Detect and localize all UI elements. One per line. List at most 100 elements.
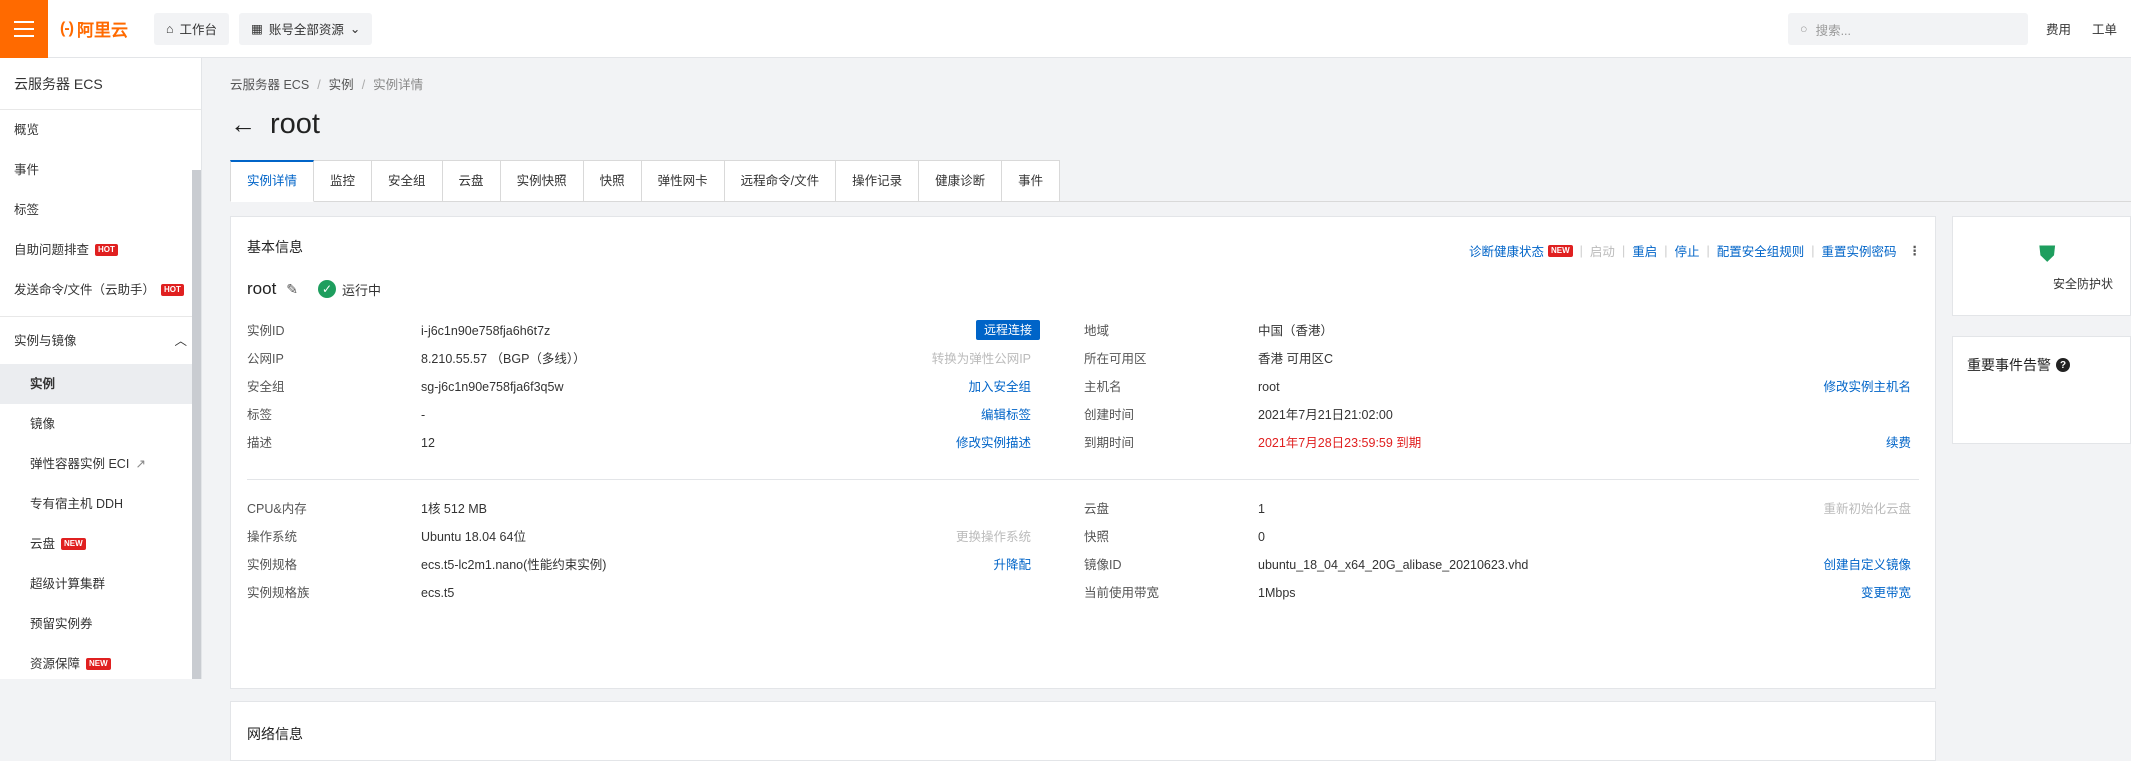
more-icon[interactable]: ⋮ [1909, 243, 1922, 258]
new-badge: NEW [1548, 244, 1573, 257]
sidebar-item-reserved[interactable]: 预留实例券 [0, 604, 201, 644]
value-disks: 1 [1258, 502, 1265, 516]
tab-disks[interactable]: 云盘 [442, 160, 501, 202]
change-os-link[interactable]: 更换操作系统 [851, 527, 1031, 547]
resources-dropdown[interactable]: ▦ 账号全部资源 ⌄ [239, 12, 373, 45]
restart-link[interactable]: 重启 [1632, 241, 1657, 260]
edit-tags-link[interactable]: 编辑标签 [851, 405, 1031, 425]
join-sg-link[interactable]: 加入安全组 [851, 377, 1031, 397]
label-instance-family: 实例规格族 [247, 586, 310, 600]
label-image-id: 镜像ID [1084, 558, 1122, 572]
label-region: 地域 [1084, 324, 1110, 338]
sidebar-item-send-command[interactable]: 发送命令/文件（云助手） HOT [0, 270, 201, 310]
renew-link[interactable]: 续费 [1731, 433, 1911, 453]
sidebar-item-label: 云盘 [30, 537, 56, 551]
sidebar-item-label: 弹性容器实例 ECI [30, 457, 130, 471]
sidebar-item-instances[interactable]: 实例 [0, 364, 201, 404]
sidebar-section-instances[interactable]: 实例与镜像 ︿ [0, 316, 201, 364]
workbench-button[interactable]: ⌂ 工作台 [153, 12, 230, 45]
reset-password-link[interactable]: 重置实例密码 [1821, 241, 1896, 260]
tickets-link[interactable]: 工单 [2092, 19, 2117, 38]
breadcrumb-instances[interactable]: 实例 [329, 78, 354, 92]
label-instance-id: 实例ID [247, 324, 285, 338]
convert-eip-link[interactable]: 转换为弹性公网IP [851, 349, 1031, 369]
label-tags: 标签 [247, 408, 273, 422]
tab-monitor[interactable]: 监控 [314, 160, 373, 202]
label-description: 描述 [247, 436, 273, 450]
sidebar-item-scc[interactable]: 超级计算集群 [0, 564, 201, 604]
home-icon: ⌂ [165, 21, 174, 36]
sidebar: 云服务器 ECS 概览 事件 标签 自助问题排查 HOT 发送命令/文件（云助手）… [0, 58, 202, 679]
value-instance-id: i-j6c1n90e758fja6h6t7z [421, 324, 551, 338]
change-bandwidth-link[interactable]: 变更带宽 [1731, 583, 1911, 603]
sidebar-item-ddh[interactable]: 专有宿主机 DDH [0, 484, 201, 524]
value-region: 中国（香港） [1258, 324, 1334, 338]
status-text: 运行中 [342, 282, 382, 298]
help-icon[interactable]: ? [2056, 358, 2070, 372]
sidebar-item-label: 发送命令/文件（云助手） [14, 283, 155, 297]
tab-instance-detail[interactable]: 实例详情 [230, 160, 315, 202]
check-icon: ✓ [318, 280, 337, 298]
new-badge: NEW [61, 538, 86, 550]
create-image-link[interactable]: 创建自定义镜像 [1731, 555, 1911, 575]
breadcrumb-ecs[interactable]: 云服务器 ECS [230, 78, 309, 92]
events-alert-card: 重要事件告警 ? [1952, 336, 2131, 444]
upgrade-link[interactable]: 升降配 [851, 555, 1031, 575]
tab-snapshot[interactable]: 快照 [583, 160, 642, 202]
sidebar-item-troubleshoot[interactable]: 自助问题排查 HOT [0, 230, 201, 270]
value-image-id: ubuntu_18_04_x64_20G_alibase_20210623.vh… [1258, 558, 1529, 572]
security-status-label: 安全防护状 [2053, 277, 2114, 291]
label-hostname: 主机名 [1084, 380, 1122, 394]
value-description: 12 [421, 436, 435, 450]
reinit-disk-link[interactable]: 重新初始化云盘 [1731, 499, 1911, 519]
value-tags: - [421, 408, 426, 422]
logo[interactable]: (-) 阿里云 [60, 16, 128, 41]
search-input[interactable]: ○ 搜索... [1788, 13, 2028, 45]
tab-instance-snapshot[interactable]: 实例快照 [500, 160, 584, 202]
sidebar-item-images[interactable]: 镜像 [0, 404, 201, 444]
sidebar-item-overview[interactable]: 概览 [0, 110, 201, 150]
sidebar-item-eci[interactable]: 弹性容器实例 ECI ↗ [0, 444, 201, 484]
sidebar-item-events[interactable]: 事件 [0, 150, 201, 190]
menu-icon[interactable] [0, 0, 48, 58]
fees-link[interactable]: 费用 [2046, 19, 2071, 38]
tab-health[interactable]: 健康诊断 [919, 160, 1003, 202]
edit-icon[interactable]: ✎ [286, 281, 298, 298]
basic-info-title: 基本信息 [247, 239, 303, 255]
sidebar-item-disks[interactable]: 云盘 NEW [0, 524, 201, 564]
tab-eni[interactable]: 弹性网卡 [641, 160, 725, 202]
tab-remote-command[interactable]: 远程命令/文件 [724, 160, 837, 202]
sg-rules-link[interactable]: 配置安全组规则 [1717, 241, 1805, 260]
label-expires: 到期时间 [1084, 436, 1135, 450]
sidebar-item-label: 标签 [14, 203, 40, 217]
sidebar-item-tags[interactable]: 标签 [0, 190, 201, 230]
stop-link[interactable]: 停止 [1674, 241, 1699, 260]
shield-icon: ⛊ [2039, 241, 2056, 266]
external-link-icon: ↗ [135, 457, 146, 471]
breadcrumb: 云服务器 ECS / 实例 / 实例详情 [230, 78, 424, 92]
label-security-group: 安全组 [247, 380, 285, 394]
sidebar-item-label: 事件 [14, 163, 40, 177]
start-link[interactable]: 启动 [1590, 241, 1615, 260]
divider [247, 479, 1919, 480]
back-arrow-icon[interactable]: ← [230, 109, 256, 140]
value-security-group: sg-j6c1n90e758fja6f3q5w [421, 380, 564, 394]
edit-hostname-link[interactable]: 修改实例主机名 [1731, 377, 1911, 397]
remote-connect-button[interactable]: 远程连接 [976, 320, 1041, 341]
detail-tabs: 实例详情 监控 安全组 云盘 实例快照 快照 弹性网卡 远程命令/文件 操作记录… [230, 160, 2131, 202]
value-expires: 2021年7月28日23:59:59 到期 [1258, 436, 1422, 450]
page-title: ← root [230, 108, 320, 141]
sidebar-item-guarantee[interactable]: 资源保障 NEW [0, 644, 201, 679]
remote-connect-label: 远程连接 [976, 320, 1041, 340]
tab-events[interactable]: 事件 [1002, 160, 1061, 202]
value-public-ip: 8.210.55.57 （BGP（多线）） [421, 352, 586, 366]
tab-security-group[interactable]: 安全组 [372, 160, 443, 202]
tab-operation-log[interactable]: 操作记录 [836, 160, 920, 202]
label-public-ip: 公网IP [247, 352, 284, 366]
edit-description-link[interactable]: 修改实例描述 [851, 433, 1031, 453]
search-placeholder: 搜索... [1815, 23, 1851, 38]
diagnose-link[interactable]: 诊断健康状态 [1469, 241, 1544, 260]
status-badge: ✓ 运行中 [318, 280, 381, 299]
sidebar-scrollbar[interactable] [192, 170, 201, 679]
label-disks: 云盘 [1084, 502, 1110, 516]
